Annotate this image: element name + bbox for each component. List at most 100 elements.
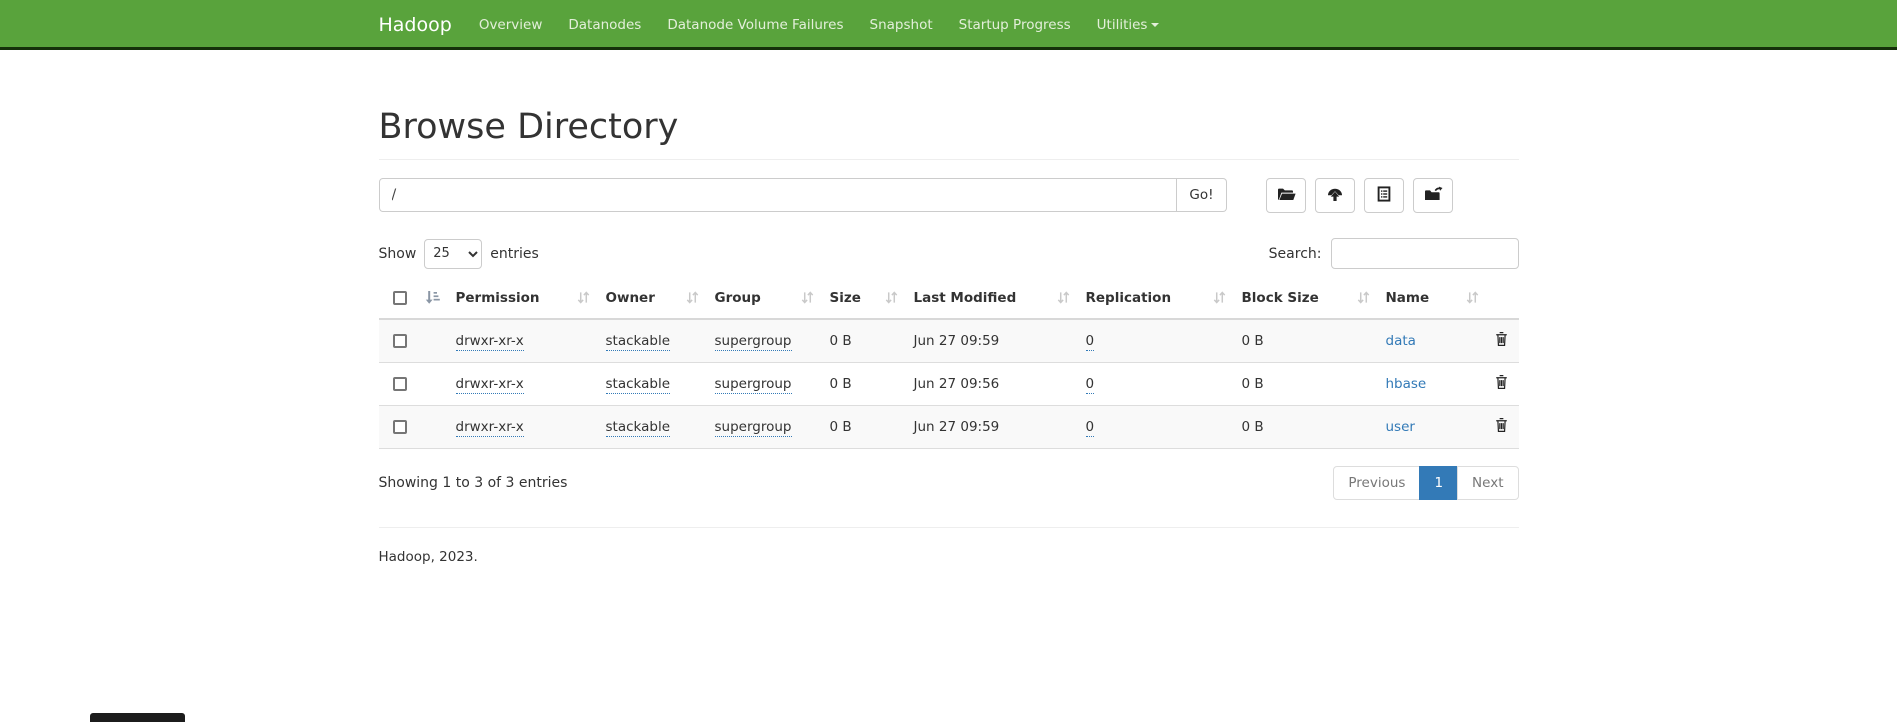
editable-replication[interactable]: 0 (1086, 376, 1095, 394)
editable-replication[interactable]: 0 (1086, 419, 1095, 437)
column-header-block-size[interactable]: Block Size (1234, 282, 1378, 319)
directory-link[interactable]: user (1386, 419, 1415, 435)
page-size-select[interactable]: 25 (424, 239, 482, 269)
cell-replication: 0 (1078, 406, 1234, 449)
editable-replication[interactable]: 0 (1086, 333, 1095, 351)
show-label: Show (379, 246, 417, 262)
table-row: drwxr-xr-x stackable supergroup 0 B Jun 27 0… (379, 406, 1519, 449)
editable-group[interactable]: supergroup (715, 419, 792, 437)
sort-amount-asc-icon (425, 291, 440, 308)
upload-files-button[interactable] (1315, 178, 1355, 213)
sort-icon (801, 291, 814, 308)
cell-last-modified: Jun 27 09:59 (906, 319, 1078, 363)
search-label: Search: (1269, 246, 1322, 262)
move-button[interactable] (1413, 178, 1453, 213)
row-checkbox[interactable] (393, 420, 407, 434)
page-title: Browse Directory (379, 107, 1519, 147)
column-header-permission[interactable]: Permission (448, 282, 598, 319)
sort-icon (1057, 291, 1070, 308)
editable-owner[interactable]: stackable (606, 333, 671, 351)
row-checkbox[interactable] (393, 334, 407, 348)
directory-path-input[interactable] (379, 178, 1178, 212)
editable-owner[interactable]: stackable (606, 376, 671, 394)
go-button[interactable]: Go! (1177, 178, 1226, 212)
editable-group[interactable]: supergroup (715, 376, 792, 394)
sort-icon (1357, 291, 1370, 308)
toolbar (1266, 178, 1453, 213)
trash-icon (1495, 378, 1508, 393)
select-all-header (379, 282, 448, 319)
cell-name: user (1378, 406, 1487, 449)
cell-last-modified: Jun 27 09:59 (906, 406, 1078, 449)
pagination: Previous 1 Next (1333, 466, 1518, 500)
cell-group: supergroup (707, 363, 822, 406)
create-directory-button[interactable] (1266, 178, 1306, 213)
pagination-previous[interactable]: Previous (1333, 466, 1420, 500)
cell-permission: drwxr-xr-x (448, 363, 598, 406)
trash-icon (1495, 421, 1508, 436)
column-header-owner[interactable]: Owner (598, 282, 707, 319)
column-header-group[interactable]: Group (707, 282, 822, 319)
cell-replication: 0 (1078, 319, 1234, 363)
sort-icon (1213, 291, 1226, 308)
site-footer-text: Hadoop, 2023. (379, 549, 1519, 565)
divider (379, 159, 1519, 160)
sort-icon (1466, 291, 1479, 308)
column-header-replication[interactable]: Replication (1078, 282, 1234, 319)
upload-icon (1325, 186, 1345, 205)
cell-size: 0 B (822, 406, 906, 449)
column-header-name[interactable]: Name (1378, 282, 1487, 319)
pagination-next[interactable]: Next (1457, 466, 1518, 500)
table-header-row: Permission Owner Group Size Last Modifie… (379, 282, 1519, 319)
text-last-modified: Jun 27 09:59 (914, 419, 1000, 435)
sort-icon (577, 291, 590, 308)
cell-block-size: 0 B (1234, 363, 1378, 406)
column-header-actions (1487, 282, 1519, 319)
delete-button[interactable] (1495, 331, 1508, 350)
row-checkbox-cell (379, 319, 448, 363)
table-controls: Show 25 entries Search: (379, 238, 1519, 269)
editable-permission[interactable]: drwxr-xr-x (456, 419, 524, 437)
select-all-checkbox[interactable] (393, 291, 407, 305)
cell-block-size: 0 B (1234, 406, 1378, 449)
nav-item-datanode-volume-failures[interactable]: Datanode Volume Failures (654, 1, 856, 49)
delete-button[interactable] (1495, 417, 1508, 436)
editable-permission[interactable]: drwxr-xr-x (456, 376, 524, 394)
cell-actions (1487, 319, 1519, 363)
cell-group: supergroup (707, 319, 822, 363)
row-checkbox-cell (379, 406, 448, 449)
navbar-links: Overview Datanodes Datanode Volume Failu… (466, 1, 1173, 49)
nav-item-datanodes[interactable]: Datanodes (555, 1, 654, 49)
nav-item-utilities[interactable]: Utilities (1084, 1, 1173, 49)
row-checkbox[interactable] (393, 377, 407, 391)
nav-item-overview[interactable]: Overview (466, 1, 556, 49)
cell-name: data (1378, 319, 1487, 363)
cell-last-modified: Jun 27 09:56 (906, 363, 1078, 406)
editable-permission[interactable]: drwxr-xr-x (456, 333, 524, 351)
text-block-size: 0 B (1242, 419, 1264, 435)
editable-group[interactable]: supergroup (715, 333, 792, 351)
clipboard-list-icon (1376, 186, 1392, 205)
paste-button[interactable] (1364, 178, 1404, 213)
directory-table: Permission Owner Group Size Last Modifie… (379, 282, 1519, 449)
path-bar: Go! (379, 178, 1519, 213)
delete-button[interactable] (1495, 374, 1508, 393)
entries-label: entries (490, 246, 539, 262)
editable-owner[interactable]: stackable (606, 419, 671, 437)
text-size: 0 B (830, 419, 852, 435)
footer-divider (379, 527, 1519, 528)
navbar-brand[interactable]: Hadoop (379, 14, 452, 36)
directory-link[interactable]: data (1386, 333, 1416, 349)
pagination-page-1[interactable]: 1 (1419, 466, 1458, 500)
text-last-modified: Jun 27 09:59 (914, 333, 1000, 349)
cell-group: supergroup (707, 406, 822, 449)
column-header-last-modified[interactable]: Last Modified (906, 282, 1078, 319)
nav-item-startup-progress[interactable]: Startup Progress (946, 1, 1084, 49)
directory-link[interactable]: hbase (1386, 376, 1427, 392)
search-input[interactable] (1331, 238, 1519, 269)
cell-owner: stackable (598, 319, 707, 363)
text-block-size: 0 B (1242, 333, 1264, 349)
text-last-modified: Jun 27 09:56 (914, 376, 1000, 392)
column-header-size[interactable]: Size (822, 282, 906, 319)
nav-item-snapshot[interactable]: Snapshot (857, 1, 946, 49)
